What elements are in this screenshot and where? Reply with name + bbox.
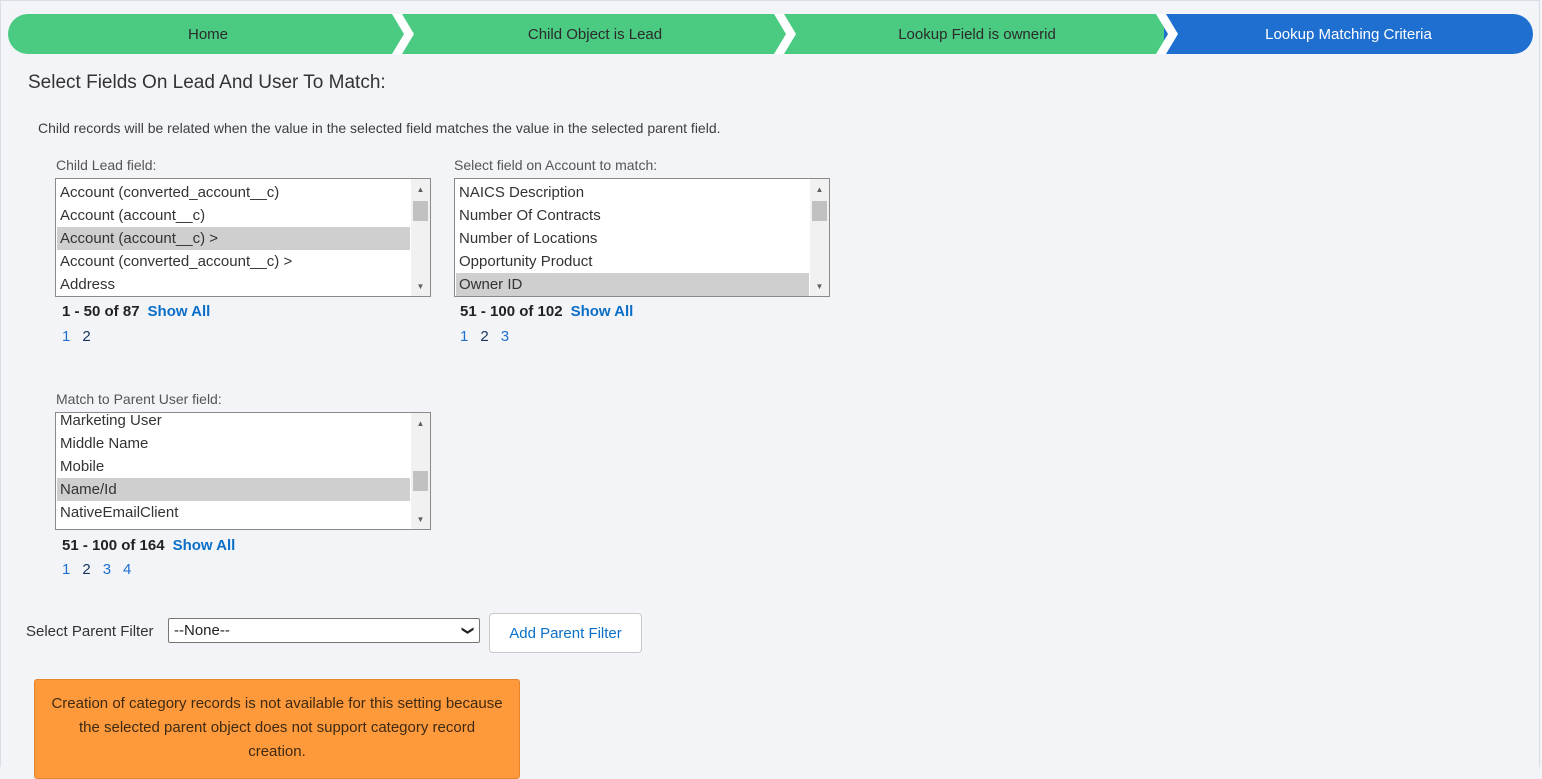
show-all-link[interactable]: Show All (571, 303, 634, 320)
listbox-option[interactable]: NativeEmailClient (57, 501, 410, 524)
category-warning-message: Creation of category records is not avai… (34, 679, 520, 779)
listbox-option[interactable]: Account (converted_account__c) > (57, 250, 410, 273)
child-field-pager: 1 - 50 of 87 Show All (62, 303, 210, 320)
page-link[interactable]: 1 (62, 328, 70, 345)
page-link[interactable]: 3 (501, 328, 509, 345)
page-frame (0, 0, 1540, 767)
listbox-scrollbar[interactable]: ▲ ▼ (411, 413, 430, 529)
progress-path: Home Child Object is Lead Lookup Field i… (8, 14, 1533, 54)
range-text: 51 - 100 of 164 (62, 537, 165, 554)
listbox-option[interactable]: Number Of Contracts (456, 204, 809, 227)
listbox-option[interactable]: Opportunity Product (456, 250, 809, 273)
scroll-down-icon[interactable]: ▼ (810, 278, 829, 294)
page-link[interactable]: 1 (62, 561, 70, 578)
scroll-up-icon[interactable]: ▲ (411, 415, 430, 431)
account-field-pages: 123 (460, 328, 521, 345)
listbox-option[interactable]: Account (converted_account__c) (57, 181, 410, 204)
listbox-option[interactable]: Mobile (57, 455, 410, 478)
listbox-option[interactable]: Account (account__c) (57, 204, 410, 227)
scroll-up-icon[interactable]: ▲ (810, 181, 829, 197)
description-text: Child records will be related when the v… (38, 120, 721, 136)
parent-field-listbox[interactable]: Marketing User Middle Name Mobile Name/I… (55, 412, 431, 530)
parent-field-pager: 51 - 100 of 164 Show All (62, 537, 235, 554)
path-step-label: Lookup Field is ownerid (898, 25, 1056, 43)
path-chevron-icon (392, 14, 416, 54)
account-field-listbox[interactable]: NAICS Description Number Of Contracts Nu… (454, 178, 830, 297)
path-step-child-object[interactable]: Child Object is Lead (400, 14, 790, 54)
scroll-down-icon[interactable]: ▼ (411, 278, 430, 294)
parent-filter-label: Select Parent Filter (26, 623, 154, 640)
page-link[interactable]: 1 (460, 328, 468, 345)
path-chevron-icon (1156, 14, 1180, 54)
parent-field-pages: 1234 (62, 561, 143, 578)
child-field-listbox[interactable]: Account (converted_account__c) Account (… (55, 178, 431, 297)
child-field-pages: 12 (62, 328, 103, 345)
path-step-lookup-field[interactable]: Lookup Field is ownerid (782, 14, 1172, 54)
page-link[interactable]: 3 (103, 561, 111, 578)
chevron-down-icon: ❯ (461, 625, 476, 636)
listbox-option-selected[interactable]: Owner ID (456, 273, 809, 296)
listbox-option[interactable]: Number of Locations (456, 227, 809, 250)
page-link[interactable]: 2 (82, 328, 90, 345)
listbox-option[interactable]: Address (57, 273, 410, 296)
path-step-matching-criteria[interactable]: Lookup Matching Criteria (1164, 14, 1533, 54)
scroll-thumb[interactable] (413, 201, 428, 221)
listbox-scrollbar[interactable]: ▲ ▼ (411, 179, 430, 296)
listbox-option[interactable]: NAICS Description (456, 181, 809, 204)
show-all-link[interactable]: Show All (173, 537, 236, 554)
path-chevron-icon (774, 14, 798, 54)
scroll-down-icon[interactable]: ▼ (411, 511, 430, 527)
parent-field-label: Match to Parent User field: (56, 391, 222, 407)
listbox-scrollbar[interactable]: ▲ ▼ (810, 179, 829, 296)
path-step-label: Child Object is Lead (527, 25, 663, 43)
range-text: 1 - 50 of 87 (62, 303, 140, 320)
account-field-pager: 51 - 100 of 102 Show All (460, 303, 633, 320)
add-parent-filter-button[interactable]: Add Parent Filter (489, 613, 642, 653)
listbox-option-selected[interactable]: Name/Id (57, 478, 410, 501)
account-field-label: Select field on Account to match: (454, 157, 658, 173)
listbox-option[interactable]: Middle Name (57, 432, 410, 455)
child-field-label: Child Lead field: (56, 157, 157, 173)
listbox-option[interactable]: Marketing User (57, 413, 410, 432)
page-link[interactable]: 2 (82, 561, 90, 578)
parent-filter-select[interactable]: --None-- ❯ (168, 618, 480, 643)
scroll-up-icon[interactable]: ▲ (411, 181, 430, 197)
page-link[interactable]: 4 (123, 561, 131, 578)
path-step-label: Home (187, 25, 228, 43)
section-title: Select Fields On Lead And User To Match: (28, 72, 386, 93)
scroll-thumb[interactable] (413, 471, 428, 491)
listbox-option-selected[interactable]: Account (account__c) > (57, 227, 410, 250)
path-step-home[interactable]: Home (8, 14, 408, 54)
page-link[interactable]: 2 (480, 328, 488, 345)
scroll-thumb[interactable] (812, 201, 827, 221)
path-step-label: Lookup Matching Criteria (1265, 25, 1432, 43)
show-all-link[interactable]: Show All (148, 303, 211, 320)
select-value: --None-- (174, 622, 230, 639)
range-text: 51 - 100 of 102 (460, 303, 563, 320)
